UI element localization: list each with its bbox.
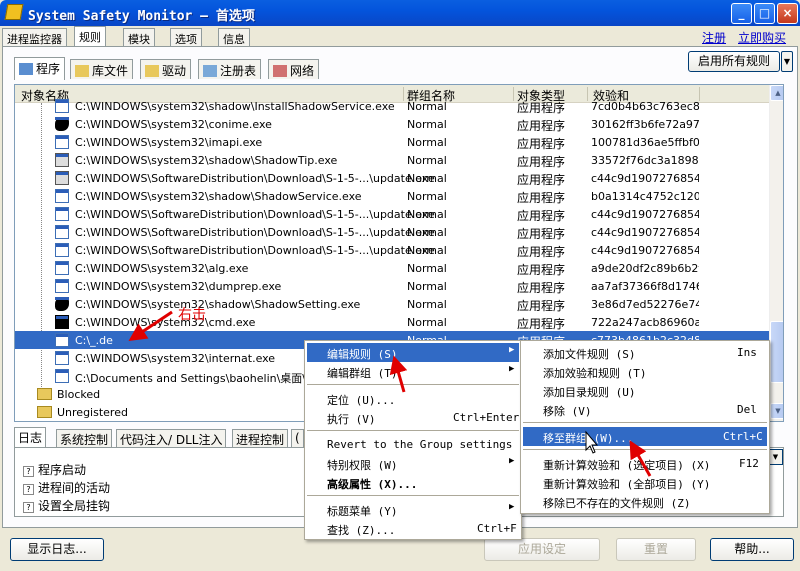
tab-system-control[interactable]: 系统控制 (56, 429, 113, 447)
title-bar: System Safety Monitor — 首选项 _ □ × (0, 0, 800, 26)
vertical-scrollbar[interactable]: ▲ ▼ (769, 85, 783, 421)
reset-button[interactable]: 重置 (616, 538, 696, 561)
table-row[interactable]: C:\WINDOWS\SoftwareDistribution\Download… (15, 169, 769, 187)
log-dropdown[interactable]: ▼ (768, 449, 783, 465)
tab-code-injection[interactable]: 代码注入/ DLL注入 (116, 429, 227, 447)
menu-item-edit-group[interactable]: 编辑群组 (T) ▶ (307, 362, 519, 381)
register-link[interactable]: 注册 (702, 29, 726, 46)
menu-item-recalc-all[interactable]: 重新计算效验和 (全部项目) (Y) (523, 473, 767, 492)
table-row[interactable]: C:\WINDOWS\SoftwareDistribution\Download… (15, 223, 769, 241)
menu-item-revert[interactable]: Revert to the Group settings (307, 435, 519, 454)
table-row[interactable]: C:\WINDOWS\system32\dumprep.exe Normal 应用程… (15, 277, 769, 295)
table-row[interactable]: C:\WINDOWS\system32\shadow\ShadowSetting… (15, 295, 769, 313)
menu-item-remove-missing[interactable]: 移除已不存在的文件规则 (Z) (523, 492, 767, 511)
table-row[interactable]: C:\WINDOWS\system32\imapi.exe Normal 应用程序 1… (15, 133, 769, 151)
menu-item-execute[interactable]: 执行 (V) Ctrl+Enter (307, 408, 519, 427)
tab-info[interactable]: 信息 (218, 28, 250, 47)
shield-app-icon (4, 4, 24, 20)
event-item[interactable]: ? 设置全局挂钩 (23, 497, 110, 514)
scroll-thumb[interactable] (770, 321, 783, 383)
tab-more[interactable]: ( (291, 429, 304, 447)
tab-registry[interactable]: 注册表 (198, 59, 262, 79)
minimize-button[interactable]: _ (731, 3, 752, 24)
tab-programs[interactable]: 程序 (14, 57, 66, 80)
menu-item-edit-rule[interactable]: 编辑规则 (S) ▶ (307, 343, 519, 362)
menu-item-remove[interactable]: 移除 (V) Del (523, 400, 767, 419)
context-menu: 编辑规则 (S) ▶ 编辑群组 (T) ▶ 定位 (U)... 执行 (V) Ctrl… (304, 340, 522, 540)
question-icon: ? (23, 466, 34, 477)
event-item[interactable]: ? 程序启动 (23, 461, 86, 478)
driver-icon (145, 65, 159, 77)
table-row[interactable]: C:\WINDOWS\system32\cmd.exe Normal 应用程序 722… (15, 313, 769, 331)
close-button[interactable]: × (777, 3, 798, 24)
network-icon (273, 65, 287, 77)
tab-network[interactable]: 网络 (268, 59, 320, 79)
menu-item-move-to-group[interactable]: 移至群组 (W)... Ctrl+C (523, 427, 767, 446)
right-click-annotation: 右击 (178, 307, 206, 323)
question-icon: ? (23, 484, 34, 495)
window-title: System Safety Monitor — 首选项 (28, 9, 255, 24)
table-row[interactable]: C:\WINDOWS\SoftwareDistribution\Download… (15, 241, 769, 259)
tab-log[interactable]: 日志 (14, 427, 47, 447)
question-icon: ? (23, 502, 34, 513)
apply-settings-button[interactable]: 应用设定 (484, 538, 600, 561)
tab-libraries[interactable]: 库文件 (70, 59, 134, 79)
help-button[interactable]: 帮助... (710, 538, 794, 561)
table-row[interactable]: C:\WINDOWS\SoftwareDistribution\Download… (15, 205, 769, 223)
menu-item-advanced-properties[interactable]: 高级属性 (X)... (307, 473, 519, 492)
enable-all-rules-button[interactable]: 启用所有规则 (688, 51, 780, 72)
menu-item-find[interactable]: 查找 (Z)... Ctrl+F (307, 519, 519, 538)
table-row[interactable]: C:\WINDOWS\system32\shadow\ShadowTip.exe… (15, 151, 769, 169)
menu-item-add-file-rule[interactable]: 添加文件规则 (S) Ins (523, 343, 767, 362)
registry-icon (203, 65, 217, 77)
enable-all-dropdown[interactable]: ▼ (781, 51, 793, 72)
menu-item-locate[interactable]: 定位 (U)... (307, 389, 519, 408)
scroll-down-button[interactable]: ▼ (770, 403, 783, 419)
tab-drivers[interactable]: 驱动 (140, 59, 192, 79)
menu-item-special-permissions[interactable]: 特别权限 (W) ▶ (307, 454, 519, 473)
menu-item-title-menu[interactable]: 标题菜单 (Y) ▶ (307, 500, 519, 519)
tab-process-control[interactable]: 进程控制 (232, 429, 289, 447)
scroll-up-button[interactable]: ▲ (770, 85, 783, 101)
show-log-button[interactable]: 显示日志... (10, 538, 104, 561)
tab-modules[interactable]: 模块 (123, 28, 155, 47)
table-row[interactable]: C:\WINDOWS\system32\conime.exe Normal 应用程序… (15, 115, 769, 133)
edit-rule-submenu: 添加文件规则 (S) Ins 添加效验和规则 (T) 添加目录规则 (U) 移除 … (520, 340, 770, 514)
folder-icon (37, 388, 52, 400)
table-row[interactable]: C:\WINDOWS\system32\shadow\ShadowService… (15, 187, 769, 205)
library-icon (75, 65, 89, 77)
menu-item-add-directory-rule[interactable]: 添加目录规则 (U) (523, 381, 767, 400)
buy-now-link[interactable]: 立即购买 (738, 29, 786, 46)
event-item[interactable]: ? 进程间的活动 (23, 479, 110, 496)
tab-process-monitor[interactable]: 进程监控器 (2, 28, 67, 47)
maximize-button[interactable]: □ (754, 3, 775, 24)
tab-rules[interactable]: 规则 (74, 26, 106, 47)
table-row[interactable]: C:\WINDOWS\system32\alg.exe Normal 应用程序 a9d… (15, 259, 769, 277)
folder-icon (37, 406, 52, 418)
menu-item-add-checksum-rule[interactable]: 添加效验和规则 (T) (523, 362, 767, 381)
table-row[interactable]: C:\WINDOWS\system32\shadow\InstallShadow… (15, 97, 769, 115)
menu-item-recalc-selected[interactable]: 重新计算效验和 (选定项目) (X) F12 (523, 454, 767, 473)
tab-options[interactable]: 选项 (170, 28, 202, 47)
program-icon (19, 63, 33, 75)
